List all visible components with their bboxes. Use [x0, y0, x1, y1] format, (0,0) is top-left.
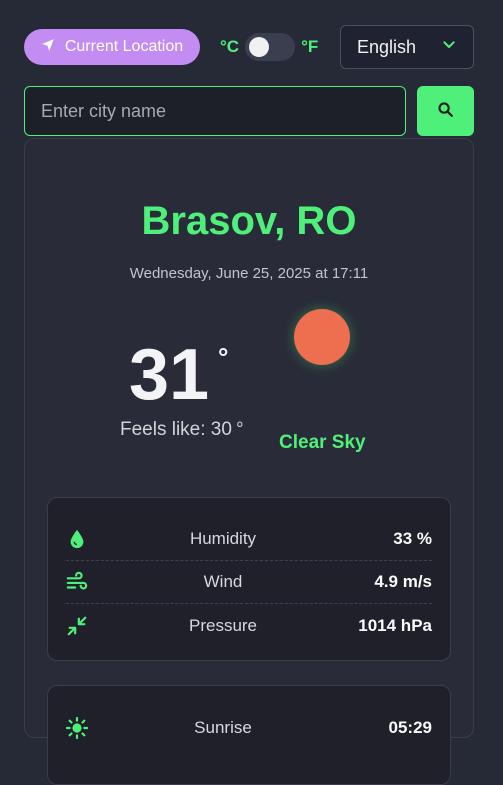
detail-label: Humidity: [189, 529, 257, 548]
search-row: [24, 86, 474, 136]
city-name: Brasov, RO: [141, 199, 357, 243]
chevron-down-icon: [441, 37, 457, 58]
sun-icon: [294, 309, 350, 365]
weather-details: Humidity 33 % Wind 4.9 m/s Pressure 1014…: [47, 497, 451, 661]
city-search-input[interactable]: [24, 86, 406, 136]
feels-like-text: Feels like: 30: [120, 419, 232, 440]
unit-toggle: °C °F: [220, 33, 318, 61]
degree-symbol: °: [218, 342, 229, 372]
compress-icon: [66, 615, 94, 637]
detail-row-pressure: Pressure 1014 hPa: [66, 604, 432, 647]
feels-like-unit: °: [235, 419, 244, 440]
detail-value: 1014 hPa: [358, 615, 432, 635]
celsius-label: °C: [220, 37, 240, 56]
switch-knob: [249, 37, 270, 57]
detail-label: Wind: [203, 572, 243, 591]
temperature-value: 31: [129, 335, 210, 415]
detail-label: Pressure: [188, 615, 258, 635]
detail-value: 33 %: [393, 529, 432, 548]
droplet-icon: [66, 528, 94, 550]
unit-switch[interactable]: [245, 33, 296, 61]
wind-icon: [66, 571, 94, 593]
weather-card: Brasov, RO Wednesday, June 25, 2025 at 1…: [24, 138, 474, 785]
weather-condition: Clear Sky: [279, 432, 366, 453]
language-select[interactable]: English: [340, 25, 474, 69]
current-location-label: Current Location: [64, 38, 184, 55]
date-time: Wednesday, June 25, 2025 at 17:11: [129, 265, 369, 282]
sun-details: Sunrise 05:29: [47, 685, 451, 785]
detail-row-humidity: Humidity 33 %: [66, 518, 432, 561]
detail-value: 4.9 m/s: [374, 572, 432, 591]
search-icon: [437, 101, 454, 121]
detail-row-wind: Wind 4.9 m/s: [66, 561, 432, 604]
fahrenheit-label: °F: [301, 37, 319, 56]
search-button[interactable]: [417, 86, 474, 136]
detail-row-sunrise: Sunrise 05:29: [66, 706, 432, 749]
current-location-button[interactable]: Current Location: [24, 29, 200, 65]
detail-label: Sunrise: [194, 717, 252, 737]
sunrise-icon: [66, 716, 94, 739]
language-value: English: [357, 36, 417, 57]
detail-value: 05:29: [388, 717, 432, 737]
location-arrow-icon: [41, 38, 55, 57]
top-bar: Current Location °C °F English: [24, 25, 474, 69]
feels-like: Feels like: 30 °: [120, 419, 244, 441]
